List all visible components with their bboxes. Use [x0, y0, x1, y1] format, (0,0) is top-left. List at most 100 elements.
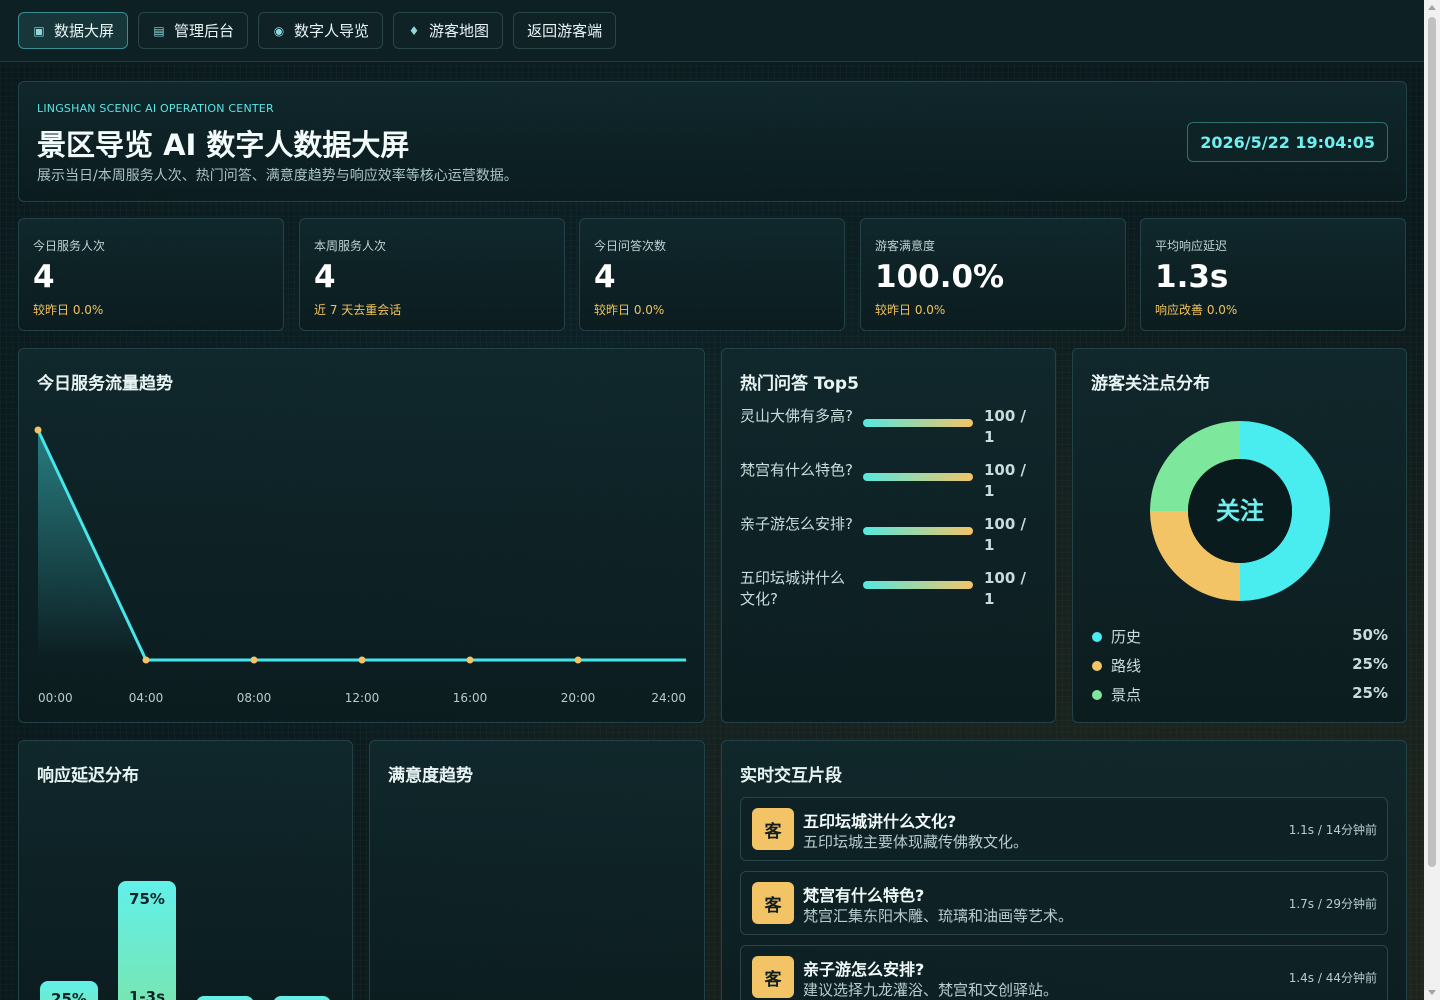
legend-value: 25% [1352, 684, 1388, 702]
kpi-label: 游客满意度 [875, 239, 936, 253]
page-subtitle: 展示当日/本周服务人次、热门问答、满意度趋势与响应效率等核心运营数据。 [37, 168, 518, 184]
qa-question: 梵宫有什么特色? [740, 461, 853, 479]
legend-dot [1092, 690, 1102, 700]
kpi-delta: 近 7 天去重会话 [314, 303, 402, 317]
latency-bar: 75% 1-3s [118, 881, 176, 1000]
kpi-today-visitors: 今日服务人次 4 较昨日 0.0% [18, 218, 284, 331]
scrollbar-thumb[interactable] [1428, 17, 1436, 867]
live-meta: 1.7s / 29分钟前 [1288, 897, 1377, 911]
x-tick-label: 24:00 [651, 691, 686, 705]
kpi-label: 今日服务人次 [33, 239, 106, 253]
kpi-value: 4 [33, 259, 55, 295]
visitor-avatar: 客 [752, 956, 794, 998]
qa-question: 灵山大佛有多高? [740, 407, 853, 425]
qa-question: 五印坛城讲什么文化? [740, 569, 846, 608]
trend-x-ticks: 00:00 04:00 08:00 12:00 16:00 20:00 24:00 [38, 691, 686, 705]
scroll-up-icon[interactable] [1428, 5, 1436, 10]
live-interactions-panel: 实时交互片段 客 五印坛城讲什么文化? 五印坛城主要体现藏传佛教文化。 1.1s… [721, 740, 1407, 1000]
legend-label: 景点 [1111, 686, 1142, 704]
kpi-delta: 较昨日 0.0% [594, 303, 665, 317]
x-tick-label: 08:00 [237, 691, 272, 705]
nav-digital-guide-button[interactable]: ◉ 数字人导览 [258, 12, 384, 49]
top-nav: ▣ 数据大屏 ▤ 管理后台 ◉ 数字人导览 ♦ 游客地图 返回游客端 [0, 0, 1424, 62]
legend-dot [1092, 632, 1102, 642]
trend-line [36, 429, 686, 662]
latency-bar-value: 75% [129, 890, 165, 908]
qa-row[interactable]: 五印坛城讲什么文化? 100 / 1 [740, 568, 1040, 616]
live-answer: 梵宫汇集东阳木雕、琉璃和油画等艺术。 [803, 907, 1074, 925]
nav-dashboard-label: 数据大屏 [54, 22, 115, 40]
live-meta: 1.1s / 14分钟前 [1288, 823, 1377, 837]
scroll-down-icon[interactable] [1428, 990, 1436, 995]
qa-count: 100 / 1 [984, 569, 1027, 608]
header-panel: LINGSHAN SCENIC AI OPERATION CENTER 景区导览… [18, 81, 1407, 202]
trend-point [34, 426, 42, 434]
kpi-label: 今日问答次数 [594, 239, 667, 253]
qa-count: 100 / 1 [984, 461, 1027, 500]
kpi-label: 本周服务人次 [314, 239, 387, 253]
latency-bar-value: 25% [51, 990, 87, 1000]
x-tick-label: 00:00 [38, 691, 73, 705]
trend-point [250, 656, 258, 664]
qa-bar [863, 473, 973, 481]
trend-point [466, 656, 474, 664]
legend-value: 25% [1352, 655, 1388, 673]
panel-title: 实时交互片段 [740, 766, 842, 786]
traffic-trend-panel: 今日服务流量趋势 00:00 04:00 08:00 12:00 16:00 20:00 2… [18, 348, 705, 723]
qa-row[interactable]: 灵山大佛有多高? 100 / 1 [740, 406, 1040, 454]
legend-value: 50% [1352, 626, 1388, 644]
qa-bar [863, 527, 973, 535]
kpi-value: 1.3s [1155, 259, 1229, 295]
qa-count: 100 / 1 [984, 515, 1027, 554]
trend-point [574, 656, 582, 664]
live-meta: 1.4s / 44分钟前 [1288, 971, 1377, 985]
nav-admin-label: 管理后台 [174, 22, 235, 40]
legend-item: 历史 50% [1091, 626, 1388, 648]
panel-title: 热门问答 Top5 [740, 374, 859, 394]
live-item[interactable]: 客 亲子游怎么安排? 建议选择九龙灌浴、梵宫和文创驿站。 1.4s / 44分钟… [740, 945, 1388, 1000]
radio-icon: ◉ [273, 23, 285, 38]
live-question: 亲子游怎么安排? [803, 960, 925, 979]
live-question: 五印坛城讲什么文化? [803, 812, 957, 831]
nav-back-to-visitor-button[interactable]: 返回游客端 [513, 12, 617, 49]
x-tick-label: 12:00 [345, 691, 380, 705]
top-qa-panel: 热门问答 Top5 灵山大佛有多高? 100 / 1 梵宫有什么特色? 100 … [721, 348, 1056, 723]
qa-row[interactable]: 亲子游怎么安排? 100 / 1 [740, 514, 1040, 562]
nav-admin-button[interactable]: ▤ 管理后台 [138, 12, 249, 49]
kpi-week-visitors: 本周服务人次 4 近 7 天去重会话 [299, 218, 565, 331]
x-tick-label: 16:00 [453, 691, 488, 705]
kpi-delta: 响应改善 0.0% [1155, 303, 1238, 317]
nav-visitor-map-button[interactable]: ♦ 游客地图 [393, 12, 504, 49]
dashboard-icon: ▣ [33, 23, 45, 38]
kpi-value: 100.0% [875, 259, 1005, 295]
page-scrollbar[interactable] [1424, 0, 1440, 1000]
qa-bar [863, 581, 973, 589]
latency-bar: 25%<1s [40, 981, 98, 1000]
live-item[interactable]: 客 五印坛城讲什么文化? 五印坛城主要体现藏传佛教文化。 1.1s / 14分钟… [740, 797, 1388, 861]
latency-bar-category: 1-3s [128, 988, 166, 1000]
nav-dashboard-button[interactable]: ▣ 数据大屏 [18, 12, 129, 49]
latency-bar: 2%3-5s [196, 996, 254, 1000]
panel-title: 游客关注点分布 [1091, 374, 1210, 394]
kpi-today-qa: 今日问答次数 4 较昨日 0.0% [579, 218, 845, 331]
trend-point [358, 656, 366, 664]
qa-row[interactable]: 梵宫有什么特色? 100 / 1 [740, 460, 1040, 508]
kpi-label: 平均响应延迟 [1155, 239, 1228, 253]
donut-center-label: 关注 [1216, 497, 1264, 525]
legend-label: 历史 [1111, 628, 1142, 646]
traffic-trend-chart: 00:00 04:00 08:00 12:00 16:00 20:00 24:00 [34, 426, 686, 705]
qa-bar [863, 419, 973, 427]
qa-question: 亲子游怎么安排? [740, 515, 853, 533]
page-title: 景区导览 AI 数字人数据大屏 [37, 128, 410, 162]
panel-title: 响应延迟分布 [37, 766, 139, 786]
live-item[interactable]: 客 梵宫有什么特色? 梵宫汇集东阳木雕、琉璃和油画等艺术。 1.7s / 29分… [740, 871, 1388, 935]
latency-distribution-panel: 响应延迟分布 25%<1s 75% 1-3s 2%3-5s 2%>5s [18, 740, 353, 1000]
datetime-display: 2026/5/22 19:04:05 [1187, 122, 1388, 162]
kpi-delta: 较昨日 0.0% [875, 303, 946, 317]
kpi-satisfaction: 游客满意度 100.0% 较昨日 0.0% [860, 218, 1126, 331]
live-answer: 五印坛城主要体现藏传佛教文化。 [803, 833, 1029, 851]
latency-bar: 2%>5s [273, 996, 331, 1000]
legend-label: 路线 [1111, 657, 1142, 675]
kpi-delta: 较昨日 0.0% [33, 303, 104, 317]
legend-item: 路线 25% [1091, 655, 1388, 677]
